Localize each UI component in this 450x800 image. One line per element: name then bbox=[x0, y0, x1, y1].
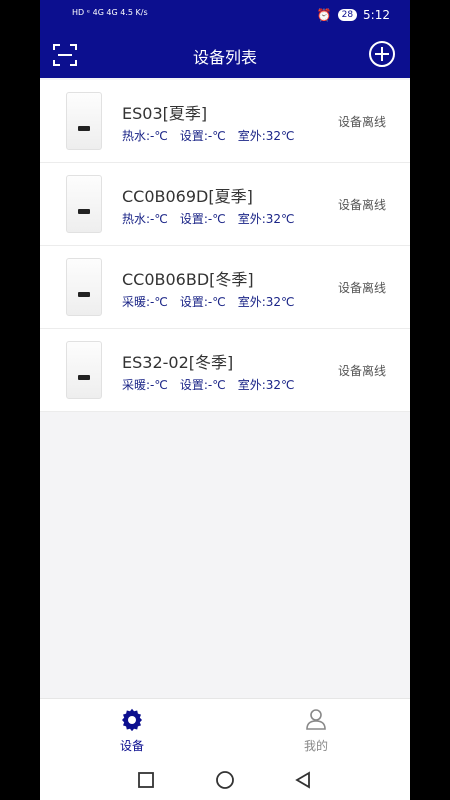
nav-devices[interactable]: 设备 bbox=[92, 707, 172, 754]
mode-temp: 采暖:-℃ bbox=[122, 378, 168, 392]
device-name: CC0B069D[夏季] bbox=[122, 187, 253, 206]
device-card[interactable]: CC0B06BD[冬季] 采暖:-℃ 设置:-℃ 室外:32℃ 设备离线 bbox=[40, 246, 410, 329]
water-heater-image bbox=[66, 175, 102, 233]
device-card[interactable]: ES32-02[冬季] 采暖:-℃ 设置:-℃ 室外:32℃ 设备离线 bbox=[40, 329, 410, 412]
user-icon bbox=[306, 709, 326, 730]
triangle-back-icon bbox=[295, 771, 310, 789]
status-right: ⏰ 28 5:12 bbox=[317, 8, 390, 22]
mode-temp: 热水:-℃ bbox=[122, 129, 168, 143]
battery-indicator: 28 bbox=[337, 9, 358, 21]
device-readings: 热水:-℃ 设置:-℃ 室外:32℃ bbox=[122, 210, 295, 227]
mode-temp: 热水:-℃ bbox=[122, 212, 168, 226]
set-temp: 设置:-℃ bbox=[179, 295, 226, 309]
device-card[interactable]: ES03[夏季] 热水:-℃ 设置:-℃ 室外:32℃ 设备离线 bbox=[40, 80, 410, 163]
set-temp: 设置:-℃ bbox=[179, 129, 226, 143]
outdoor-temp: 室外:32℃ bbox=[237, 129, 295, 143]
water-heater-image bbox=[66, 258, 102, 316]
device-readings: 热水:-℃ 设置:-℃ 室外:32℃ bbox=[122, 127, 295, 144]
nav-devices-label: 设备 bbox=[119, 739, 144, 753]
nav-mine[interactable]: 我的 bbox=[276, 707, 356, 754]
outdoor-temp: 室外:32℃ bbox=[237, 378, 295, 392]
bottom-nav: 设备 我的 bbox=[40, 698, 410, 761]
device-readings: 采暖:-℃ 设置:-℃ 室外:32℃ bbox=[122, 376, 295, 393]
device-status: 设备离线 bbox=[337, 198, 386, 212]
plus-circle-icon bbox=[369, 41, 395, 67]
outdoor-temp: 室外:32℃ bbox=[237, 295, 295, 309]
device-readings: 采暖:-℃ 设置:-℃ 室外:32℃ bbox=[122, 293, 295, 310]
status-bar: HD ᵉ 4G 4G 4.5 K/s ⏰ 28 5:12 bbox=[40, 0, 410, 32]
device-name: ES03[夏季] bbox=[122, 104, 208, 123]
device-name: ES32-02[冬季] bbox=[122, 353, 234, 372]
device-name: CC0B06BD[冬季] bbox=[122, 270, 254, 289]
outdoor-temp: 室外:32℃ bbox=[237, 212, 295, 226]
clock: 5:12 bbox=[363, 8, 390, 22]
recent-apps-button[interactable] bbox=[136, 770, 156, 790]
water-heater-image bbox=[66, 92, 102, 150]
gear-icon bbox=[122, 708, 142, 732]
network-indicators: HD ᵉ 4G 4G 4.5 K/s bbox=[72, 8, 148, 17]
device-status: 设备离线 bbox=[337, 364, 386, 378]
back-button[interactable] bbox=[293, 770, 313, 790]
square-icon bbox=[138, 772, 154, 788]
app-screen: HD ᵉ 4G 4G 4.5 K/s ⏰ 28 5:12 设备列表 ES03[夏… bbox=[40, 0, 410, 800]
nav-mine-label: 我的 bbox=[303, 739, 328, 753]
set-temp: 设置:-℃ bbox=[179, 378, 226, 392]
device-status: 设备离线 bbox=[337, 115, 386, 129]
mode-temp: 采暖:-℃ bbox=[122, 295, 168, 309]
circle-icon bbox=[216, 771, 234, 789]
header: 设备列表 bbox=[40, 32, 410, 78]
home-button[interactable] bbox=[215, 770, 235, 790]
add-device-button[interactable] bbox=[368, 40, 396, 68]
device-status: 设备离线 bbox=[337, 281, 386, 295]
alarm-icon: ⏰ bbox=[316, 8, 332, 22]
device-list: ES03[夏季] 热水:-℃ 设置:-℃ 室外:32℃ 设备离线 CC0B069… bbox=[40, 80, 410, 412]
system-navigation-bar bbox=[40, 760, 410, 800]
page-title: 设备列表 bbox=[192, 48, 257, 67]
water-heater-image bbox=[66, 341, 102, 399]
status-left: HD ᵉ 4G 4G 4.5 K/s bbox=[72, 8, 148, 17]
set-temp: 设置:-℃ bbox=[179, 212, 226, 226]
device-card[interactable]: CC0B069D[夏季] 热水:-℃ 设置:-℃ 室外:32℃ 设备离线 bbox=[40, 163, 410, 246]
